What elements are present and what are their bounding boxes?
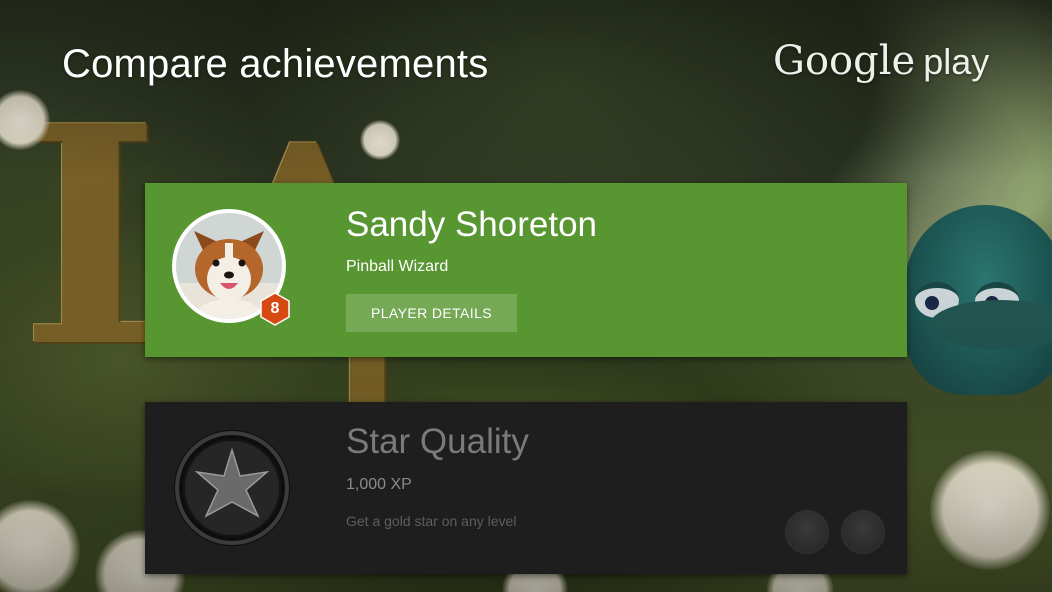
- player-compare-avatar: [785, 510, 829, 554]
- compare-avatars: [785, 510, 885, 554]
- achievement-card: Star Quality 1,000 XP Get a gold star on…: [145, 402, 907, 574]
- page-title: Compare achievements: [62, 42, 489, 86]
- player-title: Pinball Wizard: [346, 258, 449, 275]
- player-card: 8 Sandy Shoreton Pinball Wizard PLAYER D…: [145, 183, 907, 357]
- level-number: 8: [270, 300, 280, 317]
- achievement-xp: 1,000 XP: [346, 476, 412, 493]
- star-icon: [174, 430, 290, 546]
- google-play-logo: Google play: [773, 38, 989, 84]
- logo-word-google: Google: [773, 38, 916, 84]
- player-details-button[interactable]: PLAYER DETAILS: [346, 294, 517, 332]
- opponent-compare-avatar: [841, 510, 885, 554]
- achievement-name: Star Quality: [346, 422, 529, 461]
- achievement-description: Get a gold star on any level: [346, 513, 517, 529]
- player-name: Sandy Shoreton: [346, 205, 598, 244]
- logo-word-play: play: [923, 41, 990, 82]
- level-badge: 8: [258, 292, 292, 326]
